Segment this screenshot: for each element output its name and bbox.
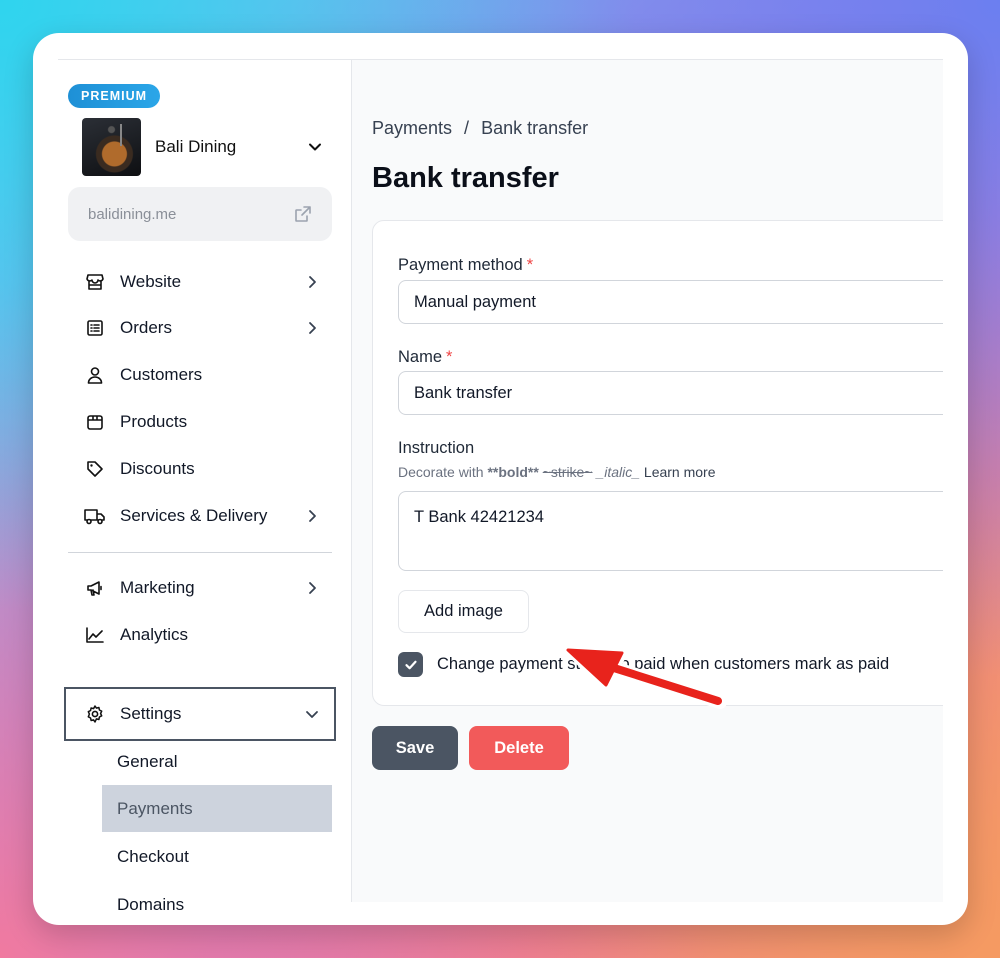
- sidebar-subitem-general[interactable]: General: [102, 738, 332, 785]
- name-field[interactable]: Bank transfer: [398, 371, 943, 415]
- payment-form-card: Payment method * Manual payment Name * Ban…: [372, 220, 943, 706]
- store-switcher[interactable]: Bali Dining: [82, 118, 322, 176]
- receipt-icon: [84, 317, 106, 339]
- sidebar-item-label: Marketing: [120, 578, 195, 597]
- add-image-button[interactable]: Add image: [398, 590, 529, 633]
- sidebar-item-discounts[interactable]: Discounts: [64, 446, 336, 492]
- sidebar-divider: [68, 552, 332, 553]
- sidebar-item-label: Website: [120, 272, 182, 291]
- chevron-down-icon: [309, 143, 321, 151]
- store-domain-link[interactable]: balidining.me: [68, 187, 332, 241]
- sidebar-subitem-domains[interactable]: Domains: [102, 881, 332, 925]
- chart-line-icon: [84, 624, 106, 646]
- payment-method-field[interactable]: Manual payment: [398, 280, 943, 324]
- instruction-label: Instruction: [398, 439, 475, 457]
- sidebar-item-orders[interactable]: Orders: [64, 305, 336, 351]
- chevron-right-icon: [309, 276, 316, 288]
- sidebar-item-analytics[interactable]: Analytics: [64, 612, 336, 658]
- external-link-icon: [295, 206, 311, 222]
- payment-method-label-text: Payment method: [398, 256, 523, 274]
- delete-button[interactable]: Delete: [469, 726, 569, 770]
- save-button[interactable]: Save: [372, 726, 458, 770]
- main-content: Payments / Bank transfer Bank transfer P…: [352, 60, 943, 902]
- hint-bold: **bold**: [487, 464, 539, 480]
- gear-icon: [84, 703, 106, 725]
- sidebar-item-customers[interactable]: Customers: [64, 352, 336, 398]
- chevron-right-icon: [309, 510, 316, 522]
- learn-more-link[interactable]: Learn more: [644, 464, 716, 480]
- breadcrumb: Payments / Bank transfer: [372, 118, 588, 139]
- name-label-text: Name: [398, 348, 443, 366]
- store-name: Bali Dining: [155, 137, 237, 156]
- breadcrumb-link-payments[interactable]: Payments: [372, 118, 452, 139]
- sidebar-item-settings[interactable]: Settings: [64, 687, 336, 741]
- store-domain: balidining.me: [88, 205, 177, 223]
- app-window: PREMIUM Bali Dining balidining.me Websit…: [33, 33, 968, 925]
- megaphone-icon: [84, 577, 106, 599]
- instruction-hint: Decorate with **bold** ~strike~ _italic_…: [398, 464, 716, 480]
- hint-italic: _italic_: [596, 464, 641, 480]
- sidebar: PREMIUM Bali Dining balidining.me Websit…: [58, 60, 352, 914]
- sidebar-item-website[interactable]: Website: [64, 259, 336, 305]
- sidebar-item-label: Settings: [120, 704, 182, 723]
- sidebar-item-label: Customers: [120, 365, 203, 384]
- mark-paid-checkbox[interactable]: [398, 652, 423, 677]
- chevron-right-icon: [309, 322, 316, 334]
- app-frame: PREMIUM Bali Dining balidining.me Websit…: [58, 59, 943, 914]
- required-mark: *: [526, 256, 534, 274]
- checkmark-icon: [404, 660, 417, 669]
- chevron-down-icon: [306, 711, 318, 718]
- mark-paid-checkbox-row[interactable]: Change payment status to paid when custo…: [398, 652, 889, 677]
- truck-icon: [84, 505, 106, 527]
- sidebar-item-label: Analytics: [120, 625, 189, 644]
- sidebar-subitem-payments[interactable]: Payments: [102, 785, 332, 832]
- sidebar-item-label: Services & Delivery: [120, 506, 268, 525]
- sidebar-item-services-delivery[interactable]: Services & Delivery: [64, 493, 336, 539]
- storefront-icon: [84, 271, 106, 293]
- chevron-right-icon: [309, 582, 316, 594]
- sidebar-item-products[interactable]: Products: [64, 399, 336, 445]
- user-icon: [84, 364, 106, 386]
- name-label: Name *: [398, 348, 452, 367]
- sidebar-subitem-checkout[interactable]: Checkout: [102, 833, 332, 880]
- page-title: Bank transfer: [372, 162, 559, 194]
- breadcrumb-separator: /: [464, 118, 470, 138]
- tag-icon: [84, 458, 106, 480]
- sidebar-item-label: Discounts: [120, 459, 195, 478]
- mark-paid-checkbox-label: Change payment status to paid when custo…: [437, 655, 890, 673]
- instruction-textarea[interactable]: T Bank 42421234: [398, 491, 943, 571]
- payment-method-label: Payment method *: [398, 256, 533, 275]
- sidebar-item-marketing[interactable]: Marketing: [64, 565, 336, 611]
- required-mark: *: [446, 348, 453, 366]
- hint-prefix: Decorate with: [398, 464, 484, 480]
- breadcrumb-current: Bank transfer: [481, 118, 589, 138]
- premium-badge: PREMIUM: [68, 84, 161, 108]
- sidebar-item-label: Orders: [120, 318, 172, 337]
- box-icon: [84, 411, 106, 433]
- store-avatar: [82, 118, 141, 176]
- hint-strike: ~strike~: [542, 464, 593, 480]
- sidebar-item-label: Products: [120, 412, 188, 431]
